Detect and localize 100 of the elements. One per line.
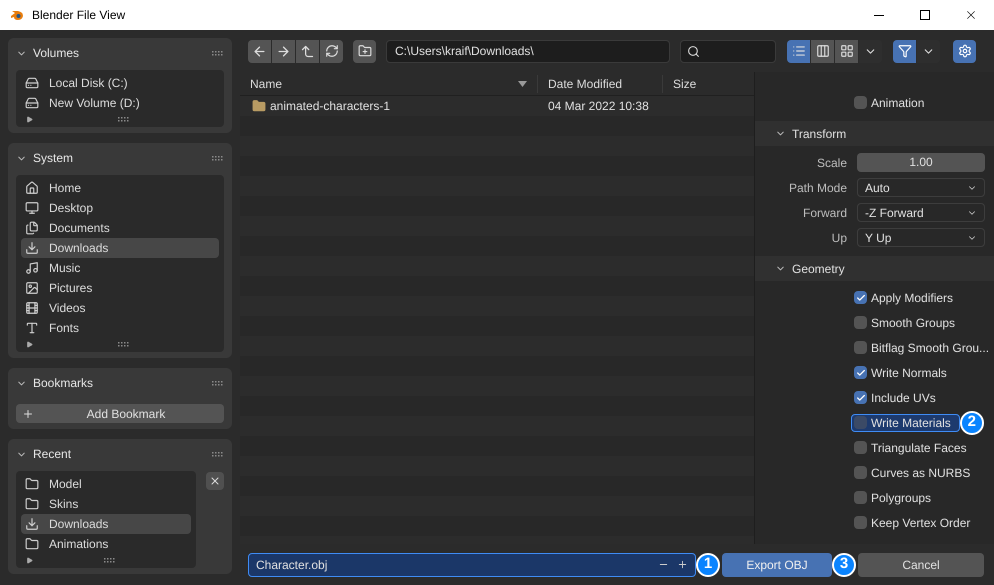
view-mode-button[interactable] xyxy=(787,40,810,62)
back-button[interactable] xyxy=(248,40,271,62)
list-item[interactable]: Home xyxy=(21,178,219,198)
expand-icon[interactable] xyxy=(26,340,33,348)
filter-button[interactable] xyxy=(893,40,916,62)
column-header[interactable]: Size xyxy=(663,74,706,92)
checkbox[interactable] xyxy=(854,441,867,454)
view-mode-button[interactable] xyxy=(811,40,834,62)
checkbox-row[interactable]: Polygroups xyxy=(851,488,940,506)
folder-icon xyxy=(25,477,39,491)
dropdown[interactable]: -Z Forward xyxy=(857,203,985,222)
refresh-button[interactable] xyxy=(320,40,343,62)
drive-icon xyxy=(25,96,39,110)
checkbox-row[interactable]: Write Materials xyxy=(851,414,960,432)
new-folder-button[interactable] xyxy=(353,40,376,62)
grip-icon[interactable] xyxy=(212,50,224,56)
callout-badge: 1 xyxy=(696,552,720,576)
arrow-right-icon xyxy=(276,44,291,58)
folder-plus-icon xyxy=(358,44,372,58)
grip-icon[interactable] xyxy=(212,156,224,160)
checkbox-row[interactable]: Triangulate Faces xyxy=(851,438,976,456)
panel-title[interactable]: Recent xyxy=(33,445,72,463)
forward-button[interactable] xyxy=(272,40,295,62)
grip-icon[interactable] xyxy=(212,380,224,386)
callout-badge: 3 xyxy=(832,552,856,576)
font-icon xyxy=(25,321,39,335)
list-item[interactable]: Animations xyxy=(21,534,191,554)
expand-icon[interactable] xyxy=(26,116,33,122)
home-icon xyxy=(25,181,39,195)
checkbox[interactable] xyxy=(854,491,867,504)
dropdown[interactable]: Y Up xyxy=(857,228,985,247)
check-icon xyxy=(856,392,866,402)
filename-field[interactable]: Character.obj xyxy=(248,552,696,576)
section-header[interactable]: Geometry xyxy=(755,256,994,281)
settings-button[interactable] xyxy=(953,40,976,62)
checkbox-row[interactable]: Write Normals xyxy=(851,364,956,382)
path-field[interactable]: C:\Users\kraif\Downloads\ xyxy=(386,40,670,62)
section-header[interactable]: Transform xyxy=(755,121,994,146)
list-item[interactable]: Desktop xyxy=(21,198,219,218)
export-button[interactable]: Export OBJ xyxy=(722,552,832,576)
list-item[interactable]: Model xyxy=(21,474,191,494)
cancel-button[interactable]: Cancel xyxy=(858,552,984,576)
checkbox-row[interactable]: Apply Modifiers xyxy=(851,288,962,306)
list-item[interactable]: Downloads xyxy=(21,238,219,258)
list-item[interactable]: New Volume (D:) xyxy=(21,93,219,113)
window-title: Blender File View xyxy=(32,7,126,24)
plus-icon xyxy=(677,559,688,570)
download-icon xyxy=(25,517,39,531)
grip-icon[interactable] xyxy=(212,452,224,456)
callout-badge: 2 xyxy=(960,410,984,434)
list-item[interactable]: Downloads xyxy=(21,514,191,534)
list-item[interactable]: Local Disk (C:) xyxy=(21,73,219,93)
panel-title[interactable]: Bookmarks xyxy=(33,374,94,392)
grip-icon[interactable] xyxy=(118,342,130,346)
list-item[interactable]: Music xyxy=(21,258,219,278)
refresh-icon xyxy=(324,44,338,58)
settings-icon xyxy=(958,44,972,58)
checkbox-row[interactable]: Bitflag Smooth Grou... xyxy=(851,338,994,356)
checkbox[interactable] xyxy=(854,341,867,354)
view-mode-button[interactable] xyxy=(835,40,858,62)
checkbox[interactable] xyxy=(854,316,867,329)
checkbox-row[interactable]: Smooth Groups xyxy=(851,314,964,332)
plus-icon xyxy=(22,408,34,420)
folder-icon xyxy=(25,537,39,551)
column-header[interactable]: Name xyxy=(240,74,538,92)
list-item[interactable]: Fonts xyxy=(21,318,219,338)
parent-button[interactable] xyxy=(296,40,319,62)
panel-title[interactable]: System xyxy=(33,149,74,167)
checkbox[interactable] xyxy=(854,466,867,479)
field-label: Scale xyxy=(816,154,847,172)
checkbox-row[interactable]: Curves as NURBS xyxy=(851,464,980,482)
arrow-up-icon xyxy=(300,44,315,58)
checkbox[interactable] xyxy=(854,516,867,529)
checkbox[interactable] xyxy=(854,366,867,379)
folder-icon xyxy=(25,497,39,511)
check-icon xyxy=(856,292,866,302)
checkbox-row[interactable]: Include UVs xyxy=(851,388,945,406)
grip-icon[interactable] xyxy=(104,558,116,562)
checkbox[interactable] xyxy=(854,291,867,304)
expand-icon[interactable] xyxy=(26,556,33,564)
grid-view-icon xyxy=(840,44,854,58)
documents-icon xyxy=(25,221,39,235)
list-item[interactable]: Documents xyxy=(21,218,219,238)
checkbox[interactable] xyxy=(854,96,867,109)
checkbox[interactable] xyxy=(854,391,867,404)
list-item[interactable]: Pictures xyxy=(21,278,219,298)
dropdown[interactable]: Auto xyxy=(857,178,985,197)
grip-icon[interactable] xyxy=(118,116,130,122)
clear-button[interactable] xyxy=(206,472,224,490)
panel-title[interactable]: Volumes xyxy=(33,44,80,62)
checkbox[interactable] xyxy=(854,416,867,429)
list-item[interactable]: Videos xyxy=(21,298,219,318)
list-item[interactable]: Skins xyxy=(21,494,191,514)
checkbox-row[interactable]: Animation xyxy=(851,94,934,112)
column-header[interactable]: Date Modified xyxy=(538,74,663,92)
app-logo-icon xyxy=(10,9,24,21)
add-bookmark-button[interactable]: Add Bookmark xyxy=(16,404,224,423)
search-field[interactable] xyxy=(680,40,776,62)
checkbox-row[interactable]: Keep Vertex Order xyxy=(851,514,980,532)
number-field[interactable]: 1.00 xyxy=(857,153,985,172)
